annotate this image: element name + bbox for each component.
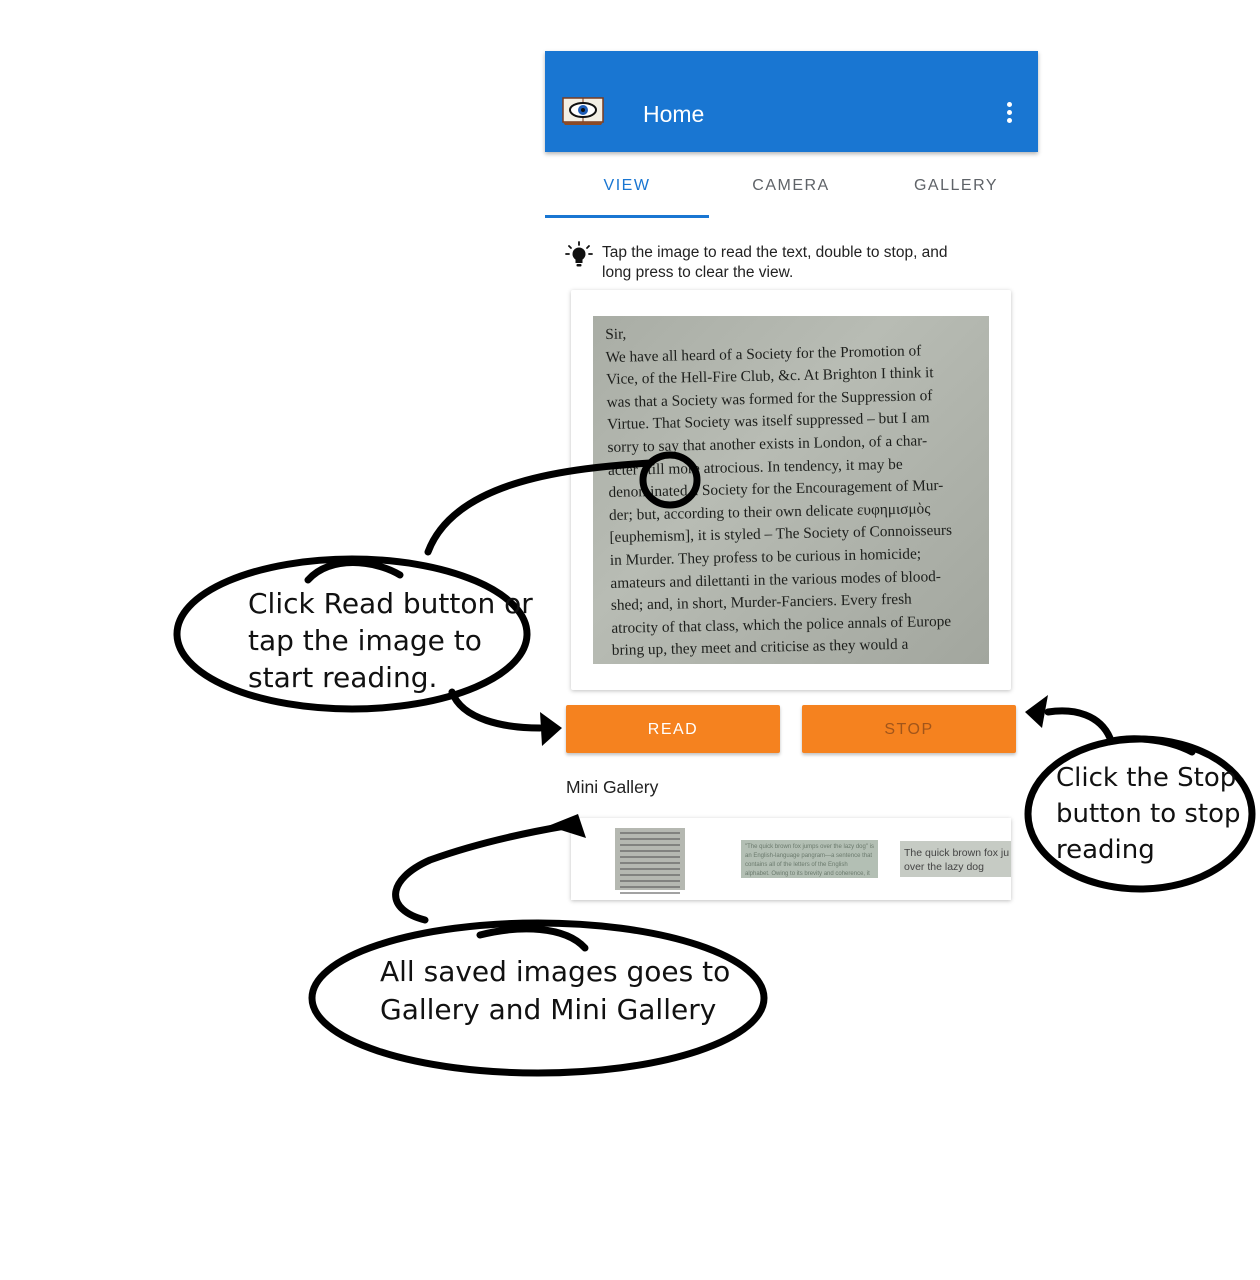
tab-view[interactable]: VIEW — [545, 152, 709, 218]
hint-line-1: Tap the image to read the text, double t… — [602, 244, 948, 261]
annotation-line: Gallery and Mini Gallery — [380, 993, 717, 1026]
tab-bar: VIEW CAMERA GALLERY — [545, 152, 1038, 218]
thumbnail-text: over the lazy dog — [904, 861, 984, 873]
gallery-annotation: All saved images goes to Gallery and Min… — [380, 953, 730, 1029]
preview-text: Sir, We have all heard of a Society for … — [605, 316, 984, 663]
preview-image[interactable]: Sir, We have all heard of a Society for … — [593, 316, 989, 664]
stop-button[interactable]: STOP — [802, 705, 1016, 753]
hint-line-2: long press to clear the view. — [602, 264, 794, 281]
annotation-line: button to stop — [1056, 799, 1241, 829]
annotation-line: Click the Stop — [1056, 763, 1237, 793]
tab-gallery[interactable]: GALLERY — [874, 152, 1038, 218]
mini-gallery-title: Mini Gallery — [566, 777, 659, 797]
lightbulb-icon — [565, 241, 593, 267]
gallery-thumbnail[interactable]: "The quick brown fox jumps over the lazy… — [741, 840, 878, 878]
thumbnail-text: "The quick brown fox jumps over the lazy… — [745, 844, 874, 877]
annotation-line: reading — [1056, 835, 1155, 865]
annotation-line: start reading. — [248, 661, 438, 694]
annotation-line: Click Read button or — [248, 587, 533, 620]
annotation-line: tap the image to — [248, 624, 482, 657]
book-eye-icon — [562, 97, 604, 125]
tab-camera[interactable]: CAMERA — [709, 152, 873, 218]
app-screen: Home VIEW CAMERA GALLERY Tap the image t… — [545, 51, 1038, 921]
stop-annotation: Click the Stop button to stop reading — [1056, 760, 1241, 868]
gallery-thumbnail[interactable] — [615, 828, 685, 894]
read-annotation: Click Read button or tap the image to st… — [248, 585, 533, 696]
preview-card: Sir, We have all heard of a Society for … — [571, 290, 1011, 690]
read-button[interactable]: READ — [566, 705, 780, 753]
annotation-line: All saved images goes to — [380, 955, 731, 988]
app-bar: Home — [545, 51, 1038, 152]
more-vertical-icon[interactable] — [997, 99, 1021, 129]
thumbnail-text: The quick brown fox ju — [904, 847, 1010, 859]
mini-gallery: "The quick brown fox jumps over the lazy… — [571, 818, 1011, 900]
page-title: Home — [643, 101, 705, 127]
gallery-thumbnail[interactable]: The quick brown fox ju over the lazy dog — [900, 841, 1011, 877]
